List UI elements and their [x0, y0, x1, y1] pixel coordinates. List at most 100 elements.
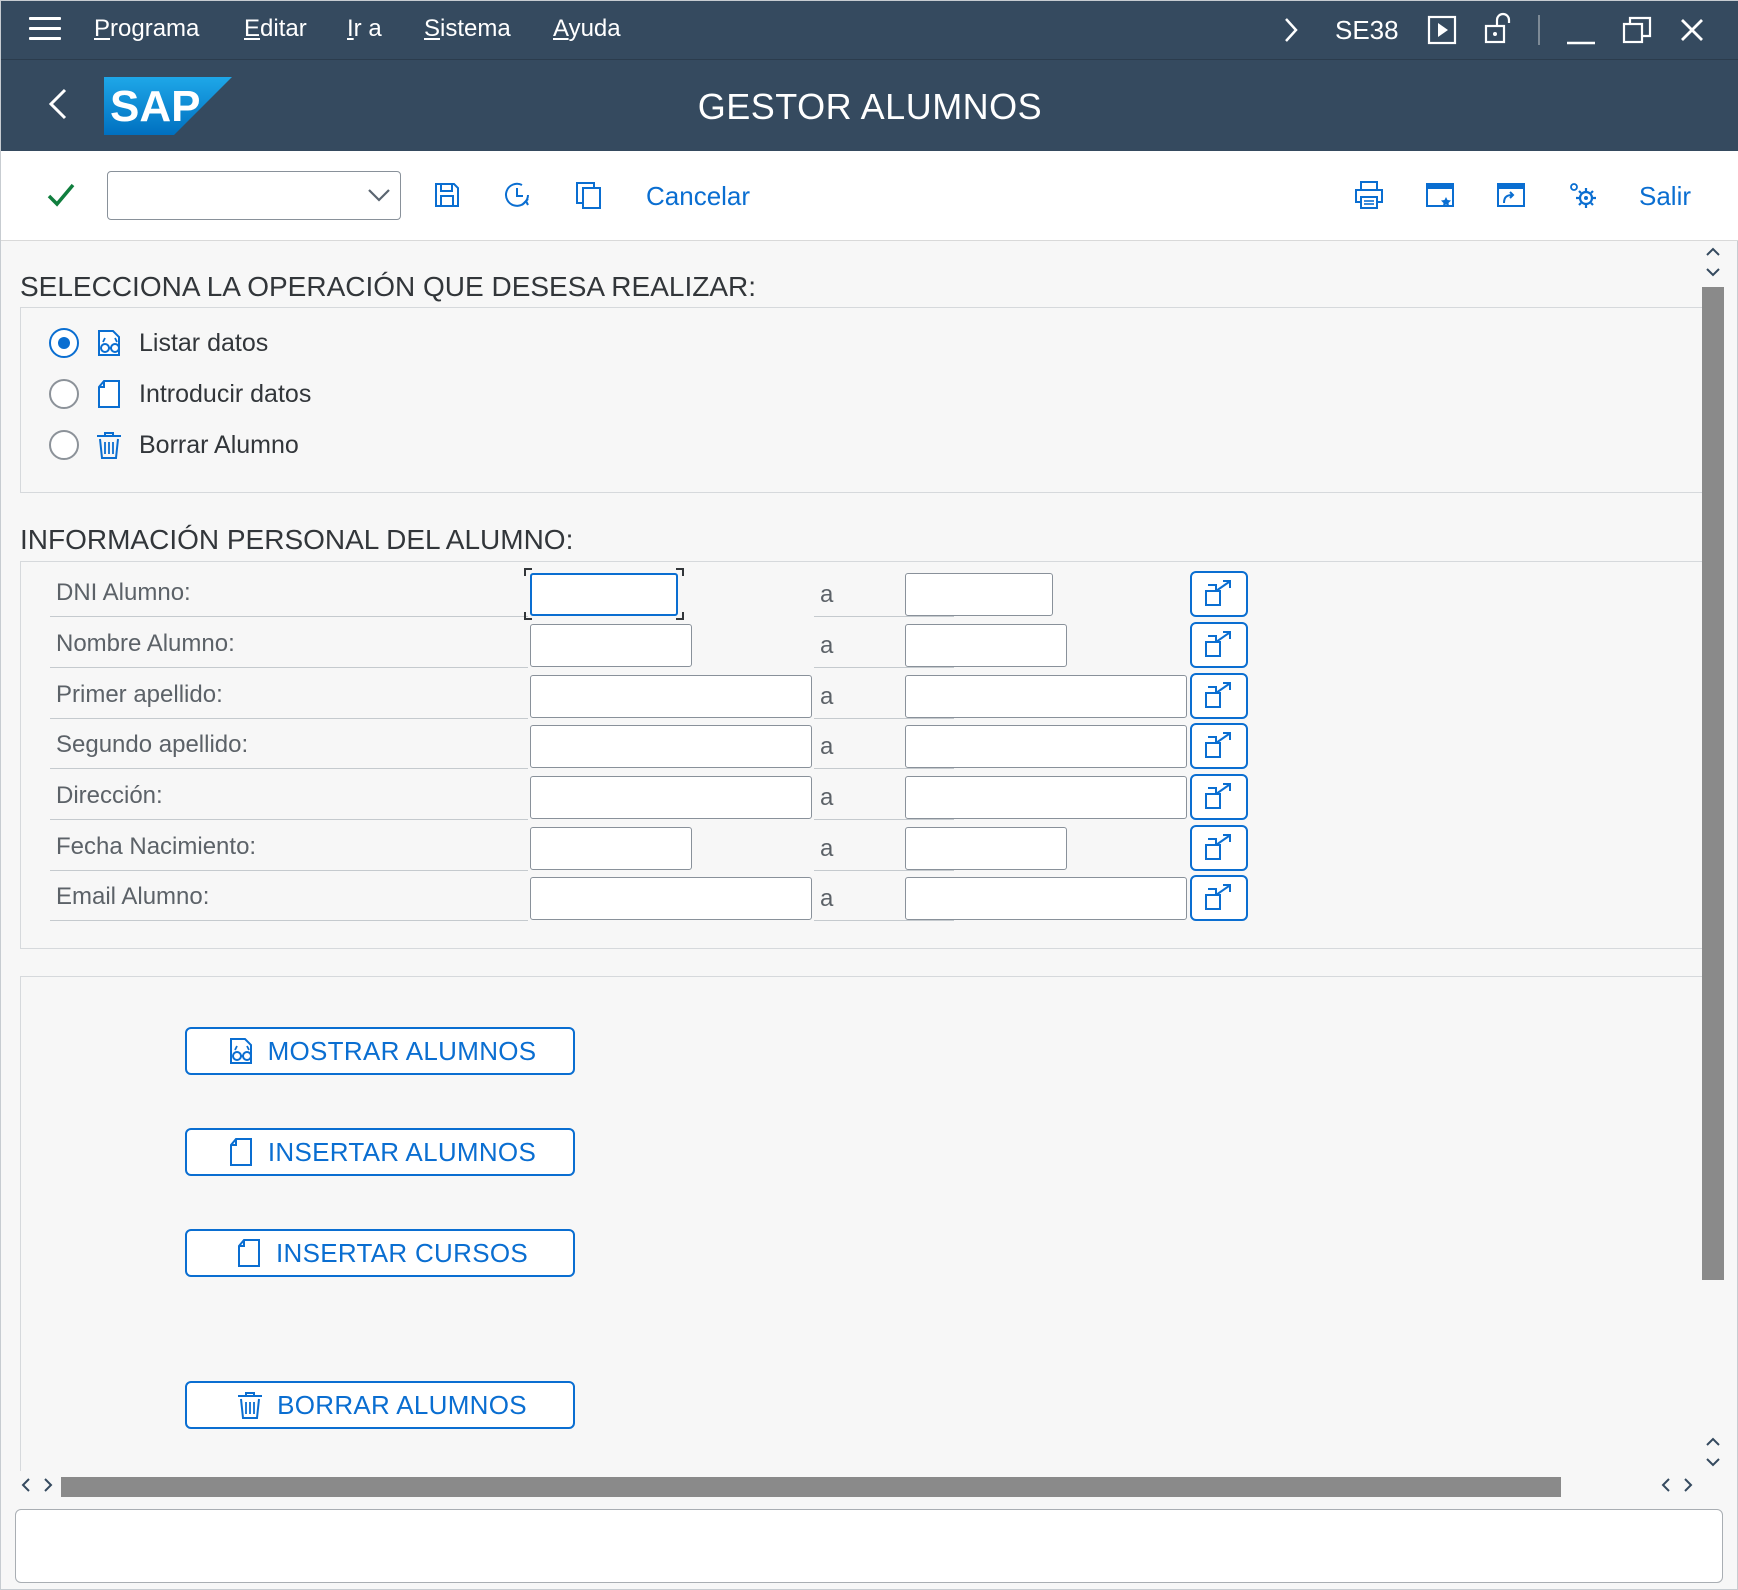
- segundo-apellido-to-input[interactable]: [905, 725, 1187, 768]
- mostrar-alumnos-label: MOSTRAR ALUMNOS: [267, 1035, 537, 1066]
- copy-icon[interactable]: [569, 175, 609, 215]
- direccion-from-field[interactable]: [531, 777, 811, 818]
- radio-label-introducir: Introducir datos: [139, 379, 312, 408]
- print-icon[interactable]: [1349, 175, 1389, 215]
- multiple-selection-button[interactable]: [1190, 774, 1248, 820]
- borrar-alumnos-button[interactable]: BORRAR ALUMNOS: [185, 1381, 575, 1429]
- window-shortcut-icon[interactable]: [1491, 175, 1531, 215]
- email-from-input[interactable]: [530, 877, 812, 920]
- operation-heading: SELECCIONA LA OPERACIÓN QUE DESESA REALI…: [20, 271, 757, 302]
- minimize-icon[interactable]: [1565, 15, 1597, 54]
- horizontal-scrollbar[interactable]: [15, 1475, 1700, 1499]
- radio-introducir-datos[interactable]: [49, 379, 79, 409]
- chevron-right-icon[interactable]: [1281, 15, 1301, 52]
- borrar-alumnos-label: BORRAR ALUMNOS: [277, 1389, 527, 1420]
- status-bar: [15, 1509, 1723, 1583]
- command-field[interactable]: [107, 171, 401, 220]
- nombre-from-input[interactable]: [530, 624, 692, 667]
- horizontal-scroll-thumb[interactable]: [61, 1477, 1561, 1497]
- save-icon[interactable]: [427, 175, 467, 215]
- history-icon[interactable]: [498, 175, 538, 215]
- play-icon[interactable]: [1427, 15, 1457, 52]
- nombre-to-input[interactable]: [905, 624, 1067, 667]
- insertar-alumnos-button[interactable]: INSERTAR ALUMNOS: [185, 1128, 575, 1176]
- segundo-apellido-from-input[interactable]: [530, 725, 812, 768]
- restore-window-icon[interactable]: [1621, 15, 1653, 54]
- email-from-field[interactable]: [531, 878, 811, 919]
- dni-to-field[interactable]: [906, 574, 1052, 615]
- transaction-code[interactable]: SE38: [1335, 15, 1399, 46]
- mostrar-alumnos-button[interactable]: MOSTRAR ALUMNOS: [185, 1027, 575, 1075]
- multiple-selection-button[interactable]: [1190, 723, 1248, 769]
- scroll-up-icon[interactable]: [1700, 245, 1726, 280]
- nombre-from-field[interactable]: [531, 625, 691, 666]
- field-underline: [814, 870, 954, 871]
- menu-ir-a[interactable]: Ir a: [347, 15, 382, 43]
- direccion-from-input[interactable]: [530, 776, 812, 819]
- field-underline: [814, 718, 954, 719]
- fecha-nacimiento-from-field[interactable]: [531, 828, 691, 869]
- menu-sistema[interactable]: Sistema: [424, 15, 511, 43]
- field-underline: [814, 667, 954, 668]
- primer-apellido-from-field[interactable]: [531, 676, 811, 717]
- primer-apellido-to-field[interactable]: [906, 676, 1186, 717]
- page-title: GESTOR ALUMNOS: [697, 86, 1043, 127]
- dni-to-input[interactable]: [905, 573, 1053, 616]
- command-input[interactable]: [108, 172, 348, 217]
- email-to-input[interactable]: [905, 877, 1187, 920]
- multiple-selection-button[interactable]: [1190, 673, 1248, 719]
- radio-option-introducir[interactable]: Introducir datos: [49, 376, 311, 412]
- segundo-apellido-from-field[interactable]: [531, 726, 811, 767]
- scroll-down-icon[interactable]: [1700, 1435, 1726, 1470]
- exit-button[interactable]: Salir: [1639, 181, 1691, 212]
- menu-editar[interactable]: Editar: [244, 15, 307, 43]
- menu-programa[interactable]: Programa: [94, 15, 199, 43]
- radio-borrar-alumno[interactable]: [49, 430, 79, 460]
- field-underline: [50, 667, 528, 668]
- dni-from-input[interactable]: [530, 573, 678, 616]
- document-icon: [232, 1236, 266, 1270]
- enter-checkmark-icon[interactable]: [41, 175, 81, 215]
- settings-gear-icon[interactable]: [1562, 175, 1602, 215]
- trash-icon: [93, 429, 125, 461]
- fecha-nacimiento-from-input[interactable]: [530, 827, 692, 870]
- field-label-email: Email Alumno:: [56, 883, 210, 910]
- radio-option-listar[interactable]: Listar datos: [49, 325, 268, 361]
- field-label-dni: DNI Alumno:: [56, 579, 191, 606]
- multiple-selection-button[interactable]: [1190, 622, 1248, 668]
- fecha-nacimiento-to-input[interactable]: [905, 827, 1067, 870]
- new-window-icon[interactable]: [1420, 175, 1460, 215]
- primer-apellido-to-input[interactable]: [905, 675, 1187, 718]
- segundo-apellido-to-field[interactable]: [906, 726, 1186, 767]
- scroll-left-right-icon[interactable]: [19, 1475, 55, 1498]
- field-underline: [50, 920, 528, 921]
- insertar-cursos-button[interactable]: INSERTAR CURSOS: [185, 1229, 575, 1277]
- email-to-field[interactable]: [906, 878, 1186, 919]
- radio-option-borrar[interactable]: Borrar Alumno: [49, 427, 299, 463]
- nombre-to-field[interactable]: [906, 625, 1066, 666]
- close-icon[interactable]: [1677, 15, 1707, 52]
- field-underline: [814, 819, 954, 820]
- unlock-icon[interactable]: [1483, 11, 1515, 52]
- field-label-direccion: Dirección:: [56, 782, 163, 809]
- multiple-selection-button[interactable]: [1190, 875, 1248, 921]
- insertar-cursos-label: INSERTAR CURSOS: [275, 1237, 529, 1268]
- document-icon: [93, 378, 125, 410]
- multiple-selection-button[interactable]: [1190, 825, 1248, 871]
- fecha-nacimiento-to-field[interactable]: [906, 828, 1066, 869]
- direccion-to-input[interactable]: [905, 776, 1187, 819]
- range-separator: a: [820, 683, 834, 710]
- cancel-button[interactable]: Cancelar: [646, 181, 750, 212]
- vertical-scroll-thumb[interactable]: [1702, 287, 1724, 1280]
- vertical-scrollbar[interactable]: [1700, 243, 1726, 1473]
- display-icon: [224, 1034, 258, 1068]
- multiple-selection-button[interactable]: [1190, 571, 1248, 617]
- primer-apellido-from-input[interactable]: [530, 675, 812, 718]
- scroll-left-right-icon[interactable]: [1659, 1475, 1695, 1498]
- direccion-to-field[interactable]: [906, 777, 1186, 818]
- radio-listar-datos[interactable]: [49, 328, 79, 358]
- chevron-down-icon[interactable]: [364, 180, 394, 210]
- menu-ayuda[interactable]: Ayuda: [553, 15, 621, 43]
- dni-from-field[interactable]: [532, 575, 676, 614]
- hamburger-menu-icon[interactable]: [29, 17, 61, 43]
